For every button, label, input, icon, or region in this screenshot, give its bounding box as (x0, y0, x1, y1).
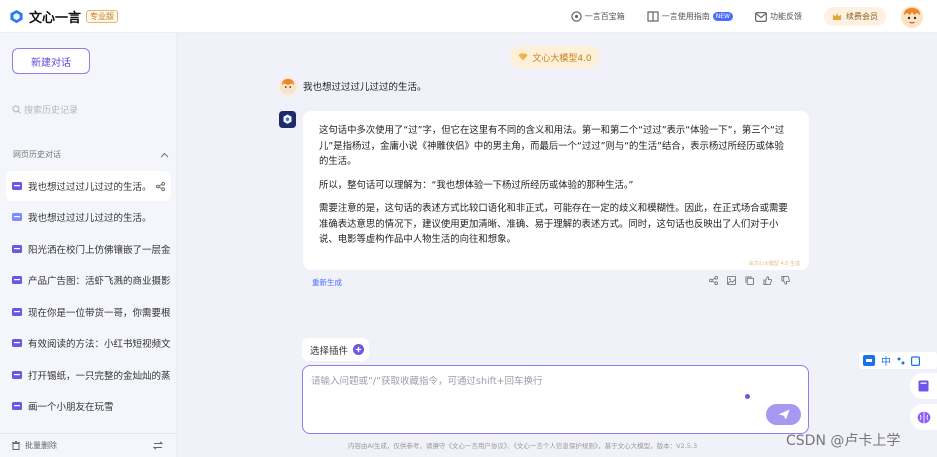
sidebar-footer: 批量删除 (0, 433, 177, 457)
ime-logo-icon[interactable] (863, 355, 875, 366)
select-plugin-label: 选择插件 (310, 345, 349, 357)
cursor-dot (745, 394, 750, 399)
chat-bubble-icon (12, 245, 22, 253)
assistant-avatar-icon (279, 111, 296, 128)
trash-icon (12, 441, 20, 450)
batch-delete-label: 批量删除 (25, 441, 57, 450)
history-section-header[interactable]: 网页历史对话 (13, 149, 169, 160)
diamond-icon (518, 53, 528, 61)
sidebar: 新建对话 搜索历史记录 网页历史对话 我也想过过过儿过过的生活。 我也想过过过儿… (0, 33, 177, 457)
answer-actions (709, 276, 799, 285)
model-tag-label: 文心大模型4.0 (532, 53, 592, 64)
book-icon (647, 11, 659, 22)
floating-notes-button[interactable] (910, 373, 937, 399)
history-item[interactable]: 画一个小朋友在玩雪 (6, 391, 171, 421)
clipboard-icon[interactable] (911, 355, 920, 366)
new-badge: NEW (712, 12, 733, 21)
nav-toolbox-label: 一言百宝箱 (584, 12, 625, 21)
notebook-icon (918, 380, 929, 392)
copy-icon[interactable] (745, 276, 754, 285)
search-icon (12, 105, 21, 114)
send-button[interactable] (766, 404, 801, 425)
nav-toolbox[interactable]: 一言百宝箱 (571, 11, 625, 22)
history-item-label: 我也想过过过儿过过的生活。 (28, 182, 152, 193)
answer-paragraph: 所以，整句话可以理解为：“我也想体验一下杨过所经历或体验的那种生活。” (319, 179, 634, 191)
thumbs-down-icon[interactable] (781, 276, 790, 285)
user-message-avatar-icon (279, 77, 297, 95)
share-icon[interactable] (709, 276, 718, 285)
swap-icon[interactable] (153, 441, 163, 450)
history-item[interactable]: 产品广告图：活虾飞溅的商业摄影 (6, 265, 171, 295)
chat-input[interactable] (311, 376, 751, 387)
plus-circle-icon (353, 344, 365, 355)
chat-bubble-icon (12, 402, 22, 410)
crown-icon (833, 13, 841, 20)
user-message-text: 我也想过过过儿过过的生活。 (303, 82, 427, 93)
history-item[interactable]: 阳光洒在校门上仿佛镶嵌了一层金 (6, 234, 171, 264)
top-bar: 文心一言 专业版 一言百宝箱 一言使用指南 NEW 功能反馈 续费会员 (0, 0, 937, 33)
user-message: 我也想过过过儿过过的生活。 (279, 77, 427, 95)
history-item-label: 我也想过过过儿过过的生活。 (28, 213, 152, 224)
thumbs-up-icon[interactable] (763, 276, 772, 285)
image-export-icon[interactable] (727, 276, 736, 285)
vip-button[interactable]: 续费会员 (824, 7, 886, 26)
regenerate-button[interactable]: 重新生成 (312, 277, 342, 288)
chat-bubble-icon (12, 276, 22, 284)
chat-bubble-icon (12, 182, 22, 190)
new-chat-button[interactable]: 新建对话 (12, 48, 90, 74)
send-icon (778, 409, 789, 420)
chat-bubble-icon (12, 371, 22, 379)
footer-disclaimer: 内容由AI生成，仅供参考，请遵守《文心一言用户协议》、《文心一言个人信息保护规则… (348, 442, 698, 450)
answer-paragraph: 这句话中多次使用了“过”字，但它在这里有不同的含义和用法。第一和第二个“过过”表… (319, 125, 785, 167)
history-item-label: 有效阅读的方法：小红书短视频文 (28, 339, 171, 350)
select-plugin-button[interactable]: 选择插件 (302, 338, 369, 361)
answer-watermark: 由文心大模型 4.0 生成 (748, 261, 800, 267)
brand-name: 文心一言 (29, 10, 82, 26)
history-item-label: 打开锡纸，一只完整的金灿灿的蒸 (28, 371, 171, 382)
chat-bubble-icon (12, 339, 22, 347)
chat-bubble-icon (12, 213, 22, 221)
history-item[interactable]: 打开锡纸，一只完整的金灿灿的蒸 (6, 360, 171, 390)
share-icon[interactable] (156, 182, 165, 191)
answer-paragraph: 需要注意的是，这句话的表述方式比较口语化和非正式，可能存在一定的歧义和模糊性。因… (319, 203, 788, 245)
assistant-answer: 这句话中多次使用了“过”字，但它在这里有不同的含义和用法。第一和第二个“过过”表… (303, 111, 809, 270)
history-item[interactable]: 有效阅读的方法：小红书短视频文 (6, 328, 171, 358)
top-nav: 一言百宝箱 一言使用指南 NEW 功能反馈 续费会员 (571, 0, 937, 33)
ime-mode-label[interactable]: 中 (881, 353, 891, 368)
history-item-label: 现在你是一位带货一哥，你需要根 (28, 308, 171, 319)
logo[interactable]: 文心一言 专业版 (9, 7, 119, 26)
punctuation-icon[interactable] (897, 357, 905, 365)
compass-icon (571, 11, 582, 22)
user-avatar-icon[interactable] (900, 5, 924, 29)
history-item[interactable]: 我也想过过过儿过过的生活。 (6, 171, 171, 201)
nav-guide[interactable]: 一言使用指南 NEW (647, 11, 733, 22)
mail-icon (755, 11, 767, 22)
nav-feedback-label: 功能反馈 (770, 12, 802, 21)
chat-bubble-icon (12, 308, 22, 316)
model-tag[interactable]: 文心大模型4.0 (510, 46, 600, 68)
batch-delete-button[interactable]: 批量删除 (12, 440, 57, 451)
nav-guide-label: 一言使用指南 (661, 12, 710, 21)
history-item[interactable]: 现在你是一位带货一哥，你需要根 (6, 297, 171, 327)
nav-feedback[interactable]: 功能反馈 (755, 11, 802, 22)
history-item[interactable]: 我也想过过过儿过过的生活。 (6, 202, 171, 232)
pro-badge: 专业版 (86, 9, 119, 23)
brain-icon (917, 411, 930, 423)
history-section-title: 网页历史对话 (13, 150, 61, 159)
chevron-up-icon (160, 152, 169, 157)
input-method-toolbar: 中 (859, 352, 937, 369)
history-search[interactable]: 搜索历史记录 (12, 103, 78, 116)
history-item-label: 产品广告图：活虾飞溅的商业摄影 (28, 276, 171, 287)
csdn-watermark: CSDN @卢卡上学 (786, 433, 901, 449)
history-item-label: 画一个小朋友在玩雪 (28, 402, 114, 413)
wenxin-logo-icon (10, 9, 23, 23)
search-placeholder: 搜索历史记录 (24, 106, 79, 116)
vip-label: 续费会员 (846, 12, 878, 21)
history-item-label: 阳光洒在校门上仿佛镶嵌了一层金 (28, 245, 171, 256)
floating-assistant-button[interactable] (910, 404, 937, 430)
chat-input-box (302, 365, 809, 434)
